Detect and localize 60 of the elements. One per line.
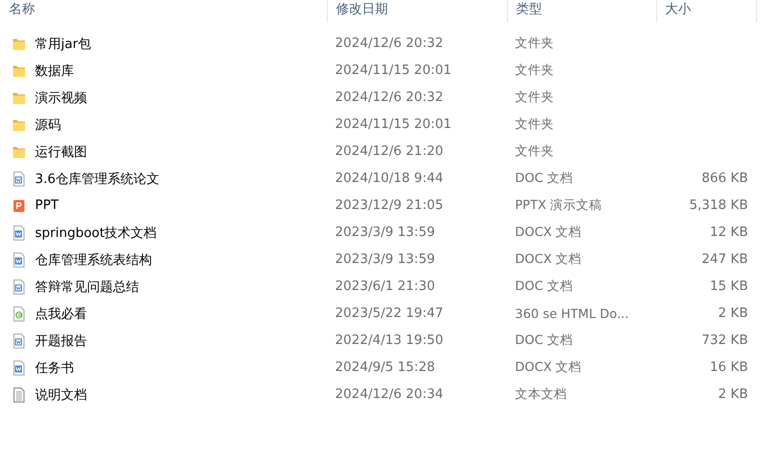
file-type: DOCX 文档: [515, 224, 583, 241]
file-type: 文件夹: [515, 143, 555, 160]
modified-date: 2024/11/15 20:01: [335, 117, 453, 132]
modified-date: 2023/3/9 13:59: [335, 252, 436, 267]
modified-date: 2022/4/13 19:50: [335, 333, 444, 348]
file-type: 文本文档: [515, 386, 568, 403]
file-type: DOC 文档: [515, 332, 574, 349]
file-size: 15 KB: [710, 279, 748, 294]
file-name[interactable]: 运行截图: [35, 142, 87, 160]
modified-date: 2024/10/18 9:44: [335, 171, 444, 186]
file-name[interactable]: 点我必看: [35, 304, 87, 322]
file-name[interactable]: 任务书: [35, 358, 74, 376]
modified-date: 2023/6/1 21:30: [335, 279, 436, 294]
file-size: 5,318 KB: [689, 198, 748, 213]
modified-date: 2023/3/9 13:59: [335, 225, 436, 240]
modified-date: 2024/12/6 20:32: [335, 90, 444, 105]
modified-date: 2024/11/15 20:01: [335, 63, 453, 78]
file-size: 866 KB: [702, 171, 748, 186]
file-type: DOCX 文档: [515, 251, 583, 268]
modified-date: 2024/12/6 20:32: [335, 36, 444, 51]
modified-date: 2024/12/6 20:34: [335, 387, 444, 402]
file-type: DOCX 文档: [515, 359, 583, 376]
file-name[interactable]: springboot技术文档: [35, 224, 157, 242]
file-name[interactable]: 数据库: [35, 62, 74, 80]
file-size: 2 KB: [718, 387, 748, 402]
word-document-icon: [11, 252, 27, 268]
word-document-icon: [11, 170, 27, 186]
file-size: 16 KB: [710, 360, 748, 375]
file-name[interactable]: 3.6仓库管理系统论文: [35, 170, 160, 188]
file-type: 360 se HTML Do...: [515, 306, 630, 321]
word-document-icon: [11, 224, 27, 240]
modified-date: 2024/9/5 15:28: [335, 360, 436, 375]
file-name[interactable]: 答辩常见问题总结: [35, 278, 139, 296]
browser-document-icon: [11, 306, 27, 322]
file-name[interactable]: 演示视频: [35, 88, 87, 106]
modified-date: 2024/12/6 21:20: [335, 144, 444, 159]
file-size: 732 KB: [702, 333, 748, 348]
modified-date: 2023/12/9 21:05: [335, 198, 444, 213]
file-type: DOC 文档: [515, 170, 574, 187]
text-document-icon: [11, 386, 27, 402]
file-name[interactable]: 常用jar包: [35, 34, 91, 52]
file-name[interactable]: 源码: [35, 116, 61, 134]
file-type: 文件夹: [515, 89, 555, 106]
file-name[interactable]: 仓库管理系统表结构: [35, 250, 152, 268]
file-name[interactable]: 说明文档: [35, 386, 87, 404]
file-type: 文件夹: [515, 35, 555, 52]
file-type: 文件夹: [515, 116, 555, 133]
file-type: 文件夹: [515, 62, 555, 79]
modified-date: 2023/5/22 19:47: [335, 306, 444, 321]
file-size: 2 KB: [718, 306, 748, 321]
file-size: 12 KB: [710, 225, 748, 240]
word-document-icon: [11, 360, 27, 376]
file-name[interactable]: 开题报告: [35, 332, 87, 350]
file-type: DOC 文档: [515, 278, 574, 295]
file-type: PPTX 演示文稿: [515, 197, 604, 214]
word-document-icon: [11, 332, 27, 348]
file-name[interactable]: PPT: [35, 198, 59, 213]
word-document-icon: [11, 278, 27, 294]
presentation-icon: [11, 198, 27, 214]
file-size: 247 KB: [702, 252, 748, 267]
